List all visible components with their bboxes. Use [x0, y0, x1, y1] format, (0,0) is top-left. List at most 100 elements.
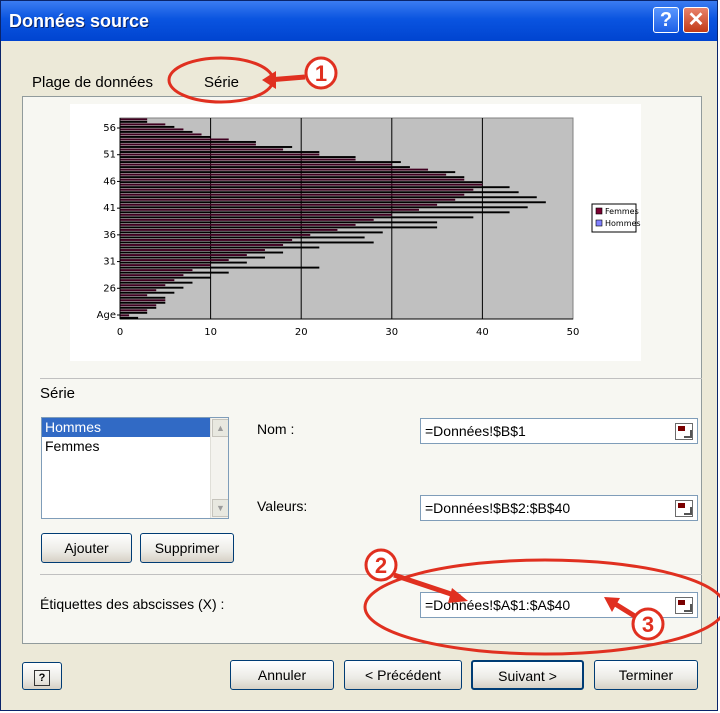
y-tick-label: 26: [103, 283, 116, 294]
scroll-up-icon[interactable]: ▲: [212, 419, 228, 437]
help-title-button[interactable]: ?: [653, 7, 679, 33]
bar: [120, 289, 157, 292]
bar: [120, 269, 193, 272]
bar: [120, 188, 474, 191]
add-series-button[interactable]: Ajouter: [41, 533, 132, 563]
tab-series[interactable]: Série: [204, 74, 239, 91]
close-button[interactable]: ✕: [683, 7, 709, 33]
bar: [120, 148, 284, 151]
series-section-label: Série: [40, 385, 76, 402]
bar: [120, 279, 175, 282]
y-tick-label: 31: [103, 257, 116, 268]
bar: [120, 239, 293, 241]
bar: [120, 261, 247, 264]
bar: [120, 256, 265, 259]
bar: [120, 135, 211, 138]
x-tick-labels: 0 10 20 30 40 50: [117, 327, 580, 338]
bar: [120, 286, 184, 289]
bar: [120, 254, 247, 256]
bar: [120, 141, 256, 143]
bar: [120, 153, 320, 156]
values-field-value: =Données!$B$2:$B$40: [425, 500, 571, 516]
tab-data-range[interactable]: Plage de données: [32, 74, 153, 91]
y-tick-labels: Age 26 31 36 41 46 51 56: [97, 123, 120, 321]
category-labels-label: Étiquettes des abscisses (X) :: [40, 596, 225, 612]
x-tick-label: 20: [295, 327, 308, 338]
bar: [120, 193, 465, 196]
bar: [120, 233, 311, 236]
legend-swatch: [595, 207, 603, 215]
series-listbox[interactable]: Hommes Femmes ▲ ▼: [41, 417, 229, 519]
bar: [120, 304, 157, 307]
bar: [120, 151, 320, 153]
bar: [120, 146, 293, 148]
bar: [120, 118, 148, 121]
bar: [120, 299, 166, 302]
bar: [120, 309, 148, 312]
x-tick-label: 40: [476, 327, 489, 338]
scroll-down-icon[interactable]: ▼: [212, 499, 228, 517]
bar: [120, 130, 193, 133]
finish-button[interactable]: Terminer: [594, 660, 698, 690]
bar: [120, 274, 184, 277]
legend-swatch: [595, 219, 603, 227]
bar: [120, 264, 211, 267]
chart-svg: 0 10 20 30 40 50 Age 26 31 36 41 46 51 56 Femmes Homm…: [97, 117, 641, 338]
bar: [120, 133, 202, 136]
plot-area: [119, 117, 574, 320]
legend: Femmes Hommes: [591, 203, 641, 233]
help-button[interactable]: ?: [22, 662, 62, 690]
bar: [120, 166, 410, 169]
y-tick-label: 51: [103, 150, 116, 161]
bar: [120, 213, 392, 216]
bar: [120, 125, 175, 128]
legend-label: Femmes: [605, 207, 639, 216]
bar: [120, 276, 211, 279]
bar: [120, 306, 157, 309]
list-item[interactable]: Femmes: [42, 437, 228, 456]
bar: [120, 143, 256, 146]
back-button[interactable]: < Précédent: [344, 660, 462, 690]
help-icon: ?: [34, 670, 50, 686]
range-select-icon[interactable]: [675, 597, 693, 614]
next-button[interactable]: Suivant >: [471, 660, 584, 690]
bar: [120, 191, 519, 194]
bar: [120, 314, 130, 317]
bar: [120, 228, 338, 231]
divider: [40, 574, 702, 575]
category-labels-value: =Données!$A$1:$A$40: [425, 597, 571, 613]
bar: [120, 208, 419, 211]
list-item[interactable]: Hommes: [42, 418, 211, 437]
bar: [120, 186, 510, 189]
category-labels-field[interactable]: =Données!$A$1:$A$40: [420, 592, 698, 618]
divider: [40, 378, 702, 379]
name-label: Nom :: [257, 421, 295, 437]
x-tick-label: 0: [117, 327, 123, 338]
bar: [120, 218, 374, 221]
y-tick-label: 56: [103, 123, 116, 134]
bar: [120, 163, 392, 166]
bar: [120, 203, 438, 206]
bar: [120, 206, 528, 209]
x-tick-label: 10: [204, 327, 217, 338]
bar: [120, 281, 193, 284]
bar: [120, 259, 229, 262]
bar: [120, 231, 383, 234]
remove-series-button[interactable]: Supprimer: [140, 533, 234, 563]
bar: [120, 236, 365, 239]
bar: [120, 198, 456, 201]
bar: [120, 128, 184, 131]
bar: [120, 226, 438, 229]
bar: [120, 296, 166, 299]
range-select-icon[interactable]: [675, 500, 693, 517]
bar: [120, 158, 356, 161]
range-select-icon[interactable]: [675, 423, 693, 440]
listbox-scrollbar[interactable]: ▲ ▼: [210, 418, 228, 518]
values-field[interactable]: =Données!$B$2:$B$40: [420, 495, 698, 521]
cancel-button[interactable]: Annuler: [230, 660, 334, 690]
name-field[interactable]: =Données!$B$1: [420, 418, 698, 444]
bar: [120, 178, 465, 181]
bar: [120, 271, 229, 274]
bar: [120, 246, 320, 249]
bar: [120, 181, 483, 184]
